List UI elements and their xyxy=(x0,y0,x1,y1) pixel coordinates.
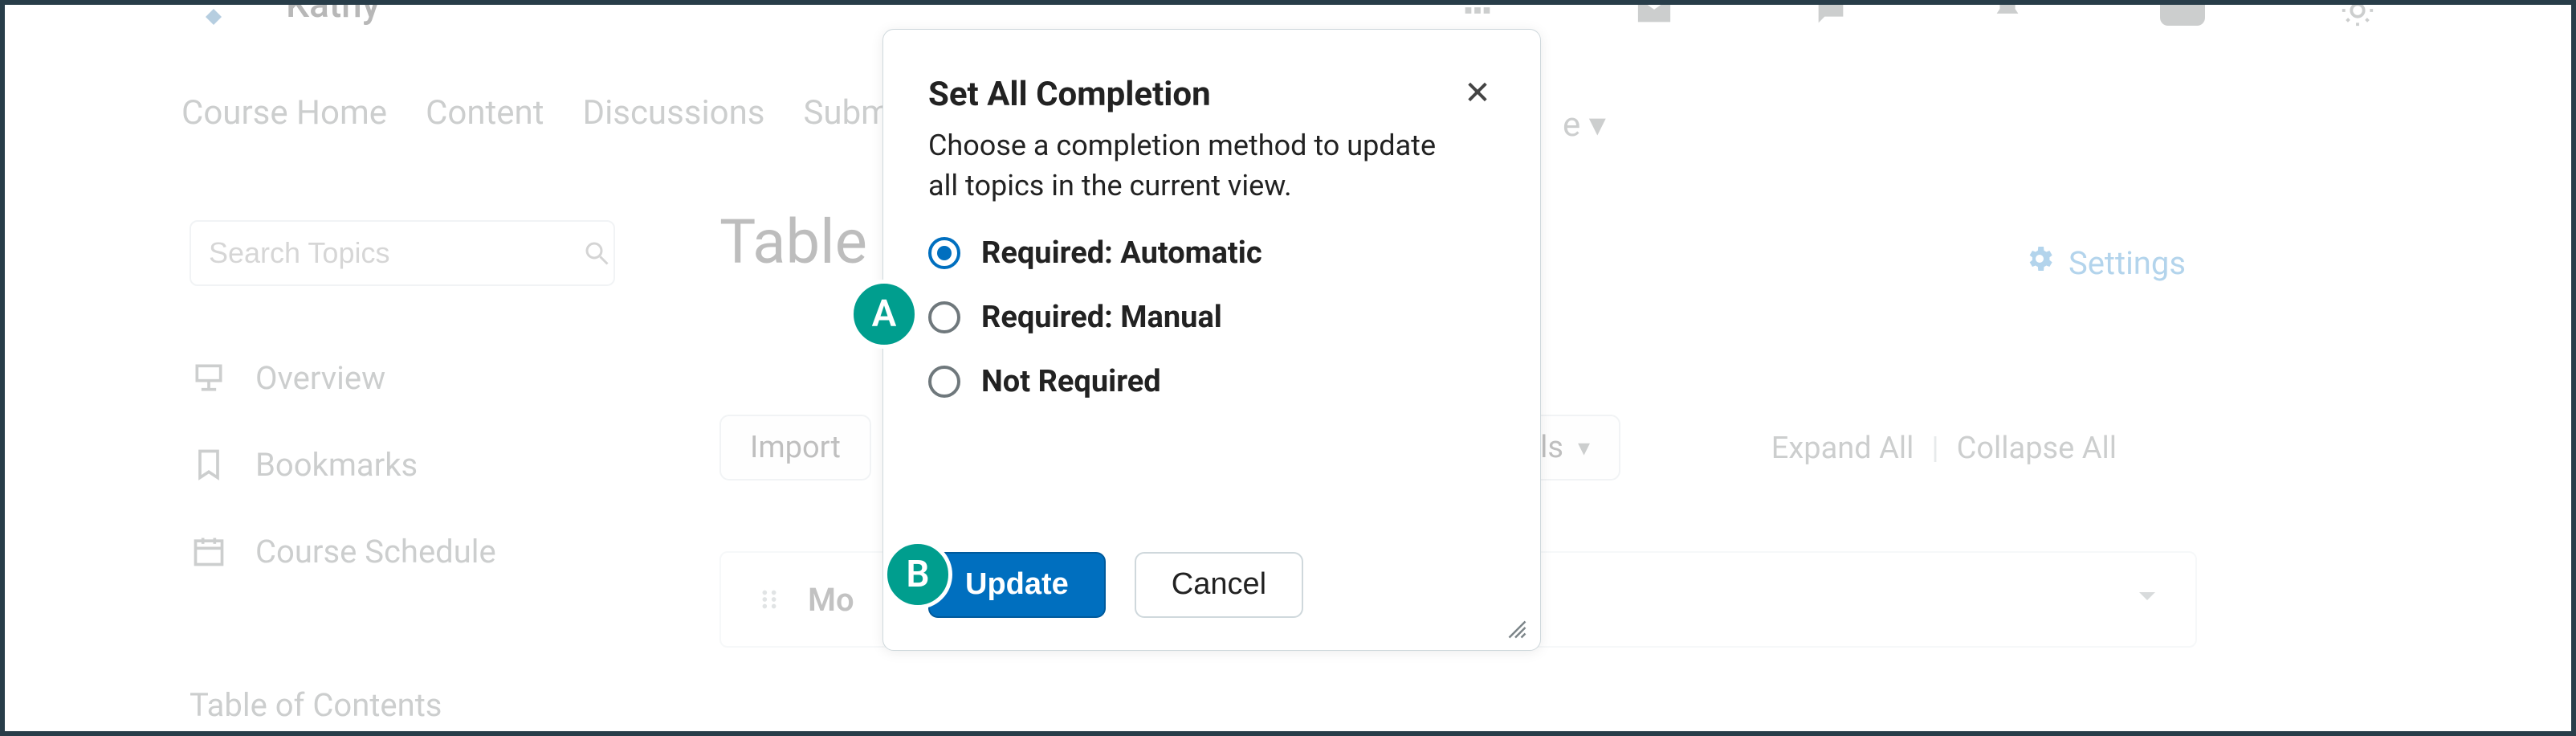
search-icon[interactable] xyxy=(582,237,611,269)
mail-icon[interactable] xyxy=(1630,5,1678,29)
calendar-icon xyxy=(190,532,228,570)
sidebar: Overview Bookmarks Course Schedule Table… xyxy=(190,220,671,595)
gear-icon xyxy=(2024,243,2056,283)
nav-more-cutoff[interactable]: e ▾ xyxy=(1563,104,1606,145)
update-button[interactable]: Update xyxy=(928,552,1106,618)
gear-icon[interactable] xyxy=(2333,5,2382,29)
search-input[interactable] xyxy=(209,236,582,270)
nav-more-label: e xyxy=(1563,105,1580,145)
annotation-b: B xyxy=(883,540,952,609)
settings-link[interactable]: Settings xyxy=(2024,243,2186,283)
header-icons xyxy=(1453,5,2382,29)
course-nav: Course Home Content Discussions Submis xyxy=(181,93,916,133)
sidebar-item-bookmarks[interactable]: Bookmarks xyxy=(190,421,671,508)
sidebar-item-overview[interactable]: Overview xyxy=(190,334,671,421)
radio-button-icon xyxy=(928,366,960,398)
modal-actions: Update Cancel xyxy=(928,552,1495,618)
bell-icon[interactable] xyxy=(1983,5,2032,29)
chevron-down-icon: ▾ xyxy=(1578,434,1590,462)
completion-radio-group: Required: Automatic Required: Manual Not… xyxy=(928,235,1495,399)
sidebar-item-label: Overview xyxy=(255,359,385,397)
radio-required-manual[interactable]: Required: Manual xyxy=(928,300,1495,335)
radio-label: Not Required xyxy=(981,364,1161,399)
apps-icon[interactable] xyxy=(1453,5,1502,29)
radio-button-icon xyxy=(928,237,960,269)
sidebar-item-course-schedule[interactable]: Course Schedule xyxy=(190,508,671,595)
drag-handle-icon[interactable] xyxy=(753,583,785,615)
chat-icon[interactable] xyxy=(1807,5,1855,29)
avatar-icon[interactable] xyxy=(2160,5,2205,26)
chevron-down-icon: ▾ xyxy=(1589,105,1606,145)
expand-all-link[interactable]: Expand All xyxy=(1771,431,1914,466)
collapse-all-link[interactable]: Collapse All xyxy=(1957,431,2117,466)
sidebar-item-label: Bookmarks xyxy=(255,446,418,484)
radio-label: Required: Manual xyxy=(981,300,1222,335)
modal-header: Set All Completion Choose a completion m… xyxy=(928,75,1495,206)
close-icon[interactable]: ✕ xyxy=(1460,75,1495,110)
cancel-button[interactable]: Cancel xyxy=(1135,552,1303,618)
divider: | xyxy=(1931,431,1938,466)
sidebar-item-label: Course Schedule xyxy=(255,533,496,570)
resize-handle-icon[interactable] xyxy=(1503,613,1527,637)
modal-subtitle: Choose a completion method to update all… xyxy=(928,125,1441,206)
nav-content[interactable]: Content xyxy=(426,93,544,133)
modal-title: Set All Completion xyxy=(928,75,1441,114)
expand-collapse-controls: Expand All | Collapse All xyxy=(1771,431,2117,466)
radio-button-icon xyxy=(928,301,960,333)
module-title: Mo xyxy=(808,581,854,619)
caret-down-icon[interactable] xyxy=(2131,580,2163,619)
nav-discussions[interactable]: Discussions xyxy=(583,93,765,133)
projector-icon xyxy=(190,358,228,397)
header-user-name: Kathy xyxy=(286,5,380,27)
import-button[interactable]: Import xyxy=(719,415,871,480)
header-strip: Kathy xyxy=(181,5,2382,29)
radio-not-required[interactable]: Not Required xyxy=(928,364,1495,399)
import-label: Import xyxy=(750,430,841,465)
sidebar-toc-label[interactable]: Table of Contents xyxy=(190,686,442,724)
annotation-a: A xyxy=(850,280,919,349)
nav-course-home[interactable]: Course Home xyxy=(181,93,387,133)
radio-label: Required: Automatic xyxy=(981,235,1262,271)
app-logo-icon xyxy=(181,5,246,29)
set-all-completion-modal: Set All Completion Choose a completion m… xyxy=(882,29,1541,651)
bookmark-icon xyxy=(190,445,228,484)
search-topics-field[interactable] xyxy=(190,220,615,286)
radio-required-automatic[interactable]: Required: Automatic xyxy=(928,235,1495,271)
settings-label: Settings xyxy=(2069,244,2186,282)
